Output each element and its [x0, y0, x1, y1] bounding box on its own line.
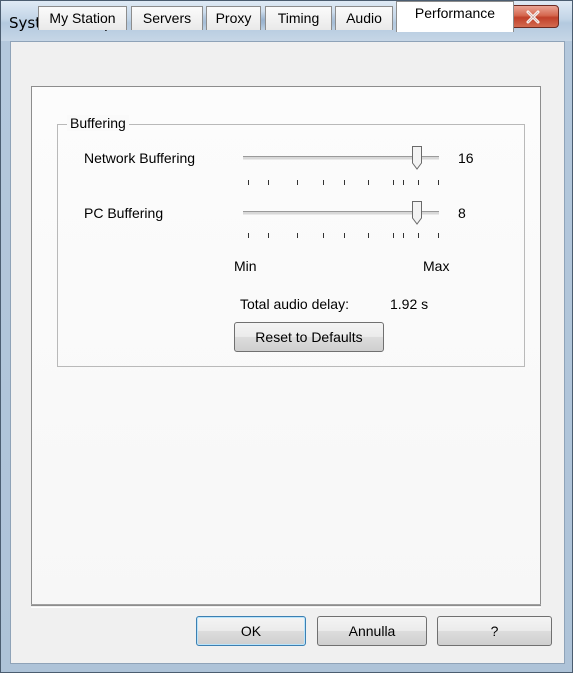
min-label: Min [234, 258, 257, 274]
network-buffering-value: 16 [458, 150, 474, 166]
tick [297, 180, 298, 185]
tab-performance[interactable]: Performance [396, 1, 514, 32]
tick [268, 233, 269, 238]
tab-proxy[interactable]: Proxy [206, 6, 261, 30]
ok-button[interactable]: OK [196, 616, 306, 646]
tick [393, 180, 394, 185]
network-buffering-track[interactable] [243, 156, 439, 160]
close-button[interactable] [507, 5, 559, 28]
tab-my-station[interactable]: My Station [38, 6, 127, 30]
tick [438, 233, 439, 238]
close-x-icon [526, 10, 540, 23]
tick [297, 233, 298, 238]
tick [403, 180, 404, 185]
tick [248, 180, 249, 185]
network-buffering-slider-thumb[interactable] [412, 146, 422, 170]
network-buffering-ticks [243, 180, 439, 188]
tick [368, 233, 369, 238]
tick [344, 180, 345, 185]
pc-buffering-slider-thumb[interactable] [412, 201, 422, 225]
tab-timing[interactable]: Timing [265, 6, 332, 30]
total-audio-delay-value: 1.92 s [390, 296, 429, 312]
tab-audio[interactable]: Audio [335, 6, 393, 30]
tick [418, 233, 419, 238]
reset-to-defaults-button[interactable]: Reset to Defaults [234, 322, 384, 352]
cancel-button[interactable]: Annulla [317, 616, 427, 646]
tick [393, 233, 394, 238]
bottom-separator [31, 604, 541, 608]
pc-buffering-label: PC Buffering [84, 205, 164, 221]
tick [438, 180, 439, 185]
tick [268, 180, 269, 185]
tick [403, 233, 404, 238]
tick [323, 180, 324, 185]
pc-buffering-ticks [243, 233, 439, 241]
tick [344, 233, 345, 238]
pc-buffering-track[interactable] [243, 211, 439, 215]
buffering-group-label: Buffering [67, 115, 129, 131]
tick [248, 233, 249, 238]
total-audio-delay-label: Total audio delay: [240, 296, 349, 312]
tick [368, 180, 369, 185]
tab-servers[interactable]: Servers [131, 6, 203, 30]
pc-buffering-value: 8 [458, 205, 466, 221]
tick [323, 233, 324, 238]
network-buffering-label: Network Buffering [84, 150, 196, 166]
tick [418, 180, 419, 185]
help-button[interactable]: ? [437, 616, 552, 646]
max-label: Max [423, 258, 450, 274]
